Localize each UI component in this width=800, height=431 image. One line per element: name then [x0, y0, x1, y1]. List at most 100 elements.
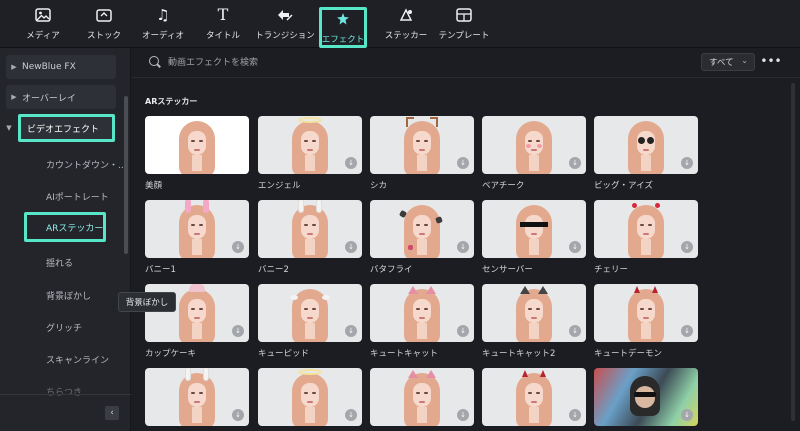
effect-tile[interactable]: ↓ キュートキャット2 — [482, 284, 586, 359]
download-icon[interactable]: ↓ — [345, 325, 357, 337]
horn-sticker — [634, 286, 640, 293]
effect-tile[interactable]: ↓ — [258, 368, 362, 431]
download-icon[interactable]: ↓ — [457, 409, 469, 421]
cat-ear-sticker — [408, 286, 418, 294]
sidebar-item-shake[interactable]: 揺れる — [46, 256, 73, 269]
download-icon[interactable]: ↓ — [569, 325, 581, 337]
effect-thumbnail[interactable]: ↓ — [258, 200, 362, 258]
effect-thumbnail[interactable]: ↓ — [482, 116, 586, 174]
download-icon[interactable]: ↓ — [457, 241, 469, 253]
effect-tile[interactable]: ↓ — [594, 368, 698, 431]
search-icon — [149, 56, 159, 66]
download-icon[interactable]: ↓ — [681, 325, 693, 337]
effect-tile[interactable]: ↓ バタフライ — [370, 200, 474, 275]
sidebar-group-newblue[interactable]: ▶ NewBlue FX — [6, 55, 116, 79]
content-scrollbar[interactable] — [791, 83, 795, 421]
effect-tile[interactable]: ↓ キュートキャット — [370, 284, 474, 359]
effect-label: キュートデーモン — [594, 349, 663, 359]
effect-thumbnail[interactable]: ↓ — [482, 200, 586, 258]
toolbar-tab-title[interactable]: T タイトル — [203, 6, 243, 46]
effect-tile[interactable]: ↓ ビッグ・アイズ — [594, 116, 698, 191]
download-icon[interactable]: ↓ — [457, 325, 469, 337]
effect-tile[interactable]: ↓ チェリー — [594, 200, 698, 275]
download-icon[interactable]: ↓ — [457, 157, 469, 169]
effect-thumbnail[interactable]: ↓ — [482, 284, 586, 342]
sidebar-item-countdown[interactable]: カウントダウン・... — [46, 158, 127, 171]
filter-dropdown[interactable]: すべて ⌄ — [701, 53, 755, 71]
sidebar-item-ai-portrait[interactable]: AIポートレート — [46, 190, 109, 203]
download-icon[interactable]: ↓ — [569, 241, 581, 253]
toolbar-tab-effect[interactable]: エフェクト — [319, 7, 367, 48]
effect-label: バニー2 — [258, 265, 289, 275]
effect-label: センサーバー — [482, 265, 533, 275]
title-icon: T — [217, 5, 229, 24]
download-icon[interactable]: ↓ — [681, 241, 693, 253]
effect-tile[interactable]: ↓ シカ — [370, 116, 474, 191]
download-icon[interactable]: ↓ — [232, 325, 244, 337]
download-icon[interactable]: ↓ — [232, 409, 244, 421]
toolbar-tab-media[interactable]: メディア — [24, 6, 62, 46]
effect-thumbnail[interactable]: ↓ — [594, 368, 698, 426]
effect-thumbnail[interactable]: ↓ — [594, 116, 698, 174]
effect-tile[interactable]: ↓ — [370, 368, 474, 431]
download-icon[interactable]: ↓ — [569, 409, 581, 421]
effect-thumbnail[interactable]: ↓ — [145, 200, 249, 258]
effect-label: キュートキャット2 — [482, 349, 556, 359]
sidebar-item-background-blur[interactable]: 背景ぼかし — [46, 289, 91, 302]
toolbar-label: メディア — [26, 31, 60, 41]
effect-thumbnail[interactable]: ↓ — [258, 368, 362, 426]
effect-tile[interactable]: ↓ キュートデーモン — [594, 284, 698, 359]
sidebar-item-flicker[interactable]: ちらつき — [46, 385, 82, 398]
sidebar-group-overlay[interactable]: ▶ オーバーレイ — [6, 85, 116, 109]
horn-sticker — [652, 286, 658, 293]
effect-thumbnail[interactable]: ↓ — [370, 284, 474, 342]
effect-thumbnail[interactable]: ↓ — [370, 200, 474, 258]
download-icon[interactable]: ↓ — [681, 409, 693, 421]
collapse-sidebar-button[interactable]: ‹ — [105, 406, 119, 420]
effect-tile[interactable]: ↓ バニー1 — [145, 200, 249, 275]
effect-tile[interactable]: ↓ キューピッド — [258, 284, 362, 359]
effect-label: 美顔 — [145, 181, 163, 191]
effect-thumbnail[interactable]: ↓ — [258, 116, 362, 174]
effect-thumbnail[interactable]: ↓ — [370, 116, 474, 174]
effect-thumbnail[interactable]: ↓ — [594, 284, 698, 342]
download-icon[interactable]: ↓ — [681, 157, 693, 169]
sidebar-item-glitch[interactable]: グリッチ — [46, 321, 82, 334]
download-icon[interactable]: ↓ — [345, 157, 357, 169]
toolbar-tab-sticker[interactable]: ステッカー — [384, 6, 428, 46]
effect-tile[interactable]: ↓ — [482, 368, 586, 431]
download-icon[interactable]: ↓ — [345, 409, 357, 421]
sidebar-scrollbar[interactable] — [124, 96, 128, 254]
toolbar-tab-transition[interactable]: トランジション — [255, 6, 315, 46]
effect-tile[interactable]: ↓ バニー2 — [258, 200, 362, 275]
toolbar-tab-stock[interactable]: ストック — [86, 6, 122, 46]
toolbar-tab-audio[interactable]: ♫ オーディオ — [141, 6, 185, 46]
portrait-preview — [292, 117, 328, 174]
download-icon[interactable]: ↓ — [569, 157, 581, 169]
download-icon[interactable]: ↓ — [232, 241, 244, 253]
antler-sticker — [406, 117, 414, 127]
toolbar-label: テンプレート — [438, 31, 490, 41]
effect-tile[interactable]: ↓ — [145, 368, 249, 431]
sidebar-item-scanline[interactable]: スキャンライン — [46, 353, 109, 366]
effect-thumbnail[interactable]: ↓ — [482, 368, 586, 426]
effect-thumbnail[interactable]: ↓ — [145, 368, 249, 426]
effect-tile[interactable]: ↓ ベアチーク — [482, 116, 586, 191]
more-options-button[interactable]: ••• — [760, 54, 781, 68]
cat-ear-sticker — [520, 286, 530, 294]
effect-thumbnail[interactable] — [145, 116, 249, 174]
effect-thumbnail[interactable]: ↓ — [258, 284, 362, 342]
effect-thumbnail[interactable]: ↓ — [594, 200, 698, 258]
antler-sticker — [430, 117, 438, 127]
effect-tile[interactable]: ↓ センサーバー — [482, 200, 586, 275]
cheek-sticker — [526, 144, 531, 148]
effect-tile[interactable]: 美顔 — [145, 116, 249, 191]
sidebar-item-ar-sticker[interactable]: ARステッカー — [24, 212, 106, 242]
effect-label: カップケーキ — [145, 349, 197, 359]
effect-tile[interactable]: ↓ エンジェル — [258, 116, 362, 191]
effect-thumbnail[interactable]: ↓ — [370, 368, 474, 426]
search-input[interactable] — [168, 55, 568, 71]
download-icon[interactable]: ↓ — [345, 241, 357, 253]
toolbar-tab-template[interactable]: テンプレート — [438, 6, 490, 46]
sidebar-group-video-effect[interactable]: ▼ ビデオエフェクト — [6, 114, 115, 142]
